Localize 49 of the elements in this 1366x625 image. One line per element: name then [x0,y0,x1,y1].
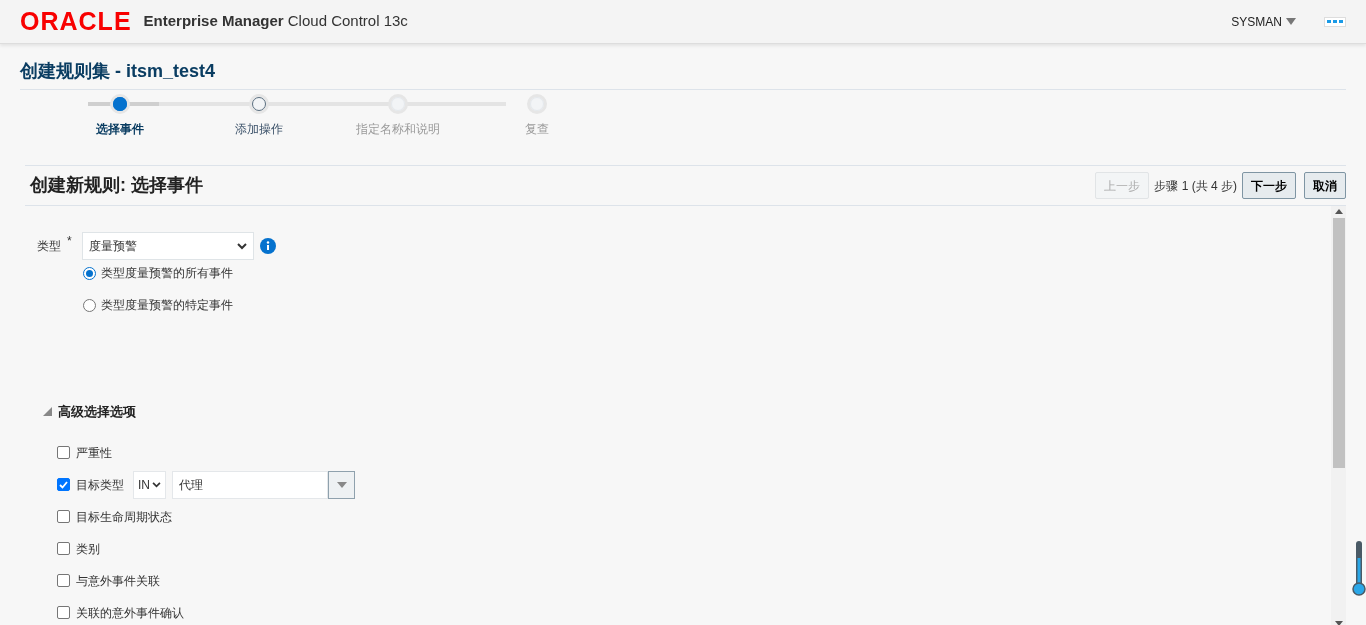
radio-label: 类型度量预警的所有事件 [101,265,233,282]
checkbox-label: 类别 [76,540,100,558]
radio-button[interactable] [83,298,96,312]
product-name: Enterprise Manager Cloud Control 13c [143,11,408,32]
radio-button[interactable] [83,266,96,280]
checkbox-label: 关联的意外事件确认 [76,604,184,622]
chevron-down-icon [236,242,247,250]
checkbox-label: 严重性 [76,444,112,462]
target-type-field[interactable]: 代理 [172,470,328,499]
caret-icon [336,481,347,488]
section-title: 创建新规则: 选择事件 [30,174,203,197]
step-indicator[interactable] [109,94,130,114]
type-label: 类型 [37,238,61,255]
scroll-up-icon[interactable] [1334,209,1343,214]
logo: ORACLE [20,9,132,34]
radio-label: 类型度量预警的特定事件 [101,297,233,314]
checkbox-label: 与意外事件关联 [76,572,160,590]
section-heading[interactable]: 高级选择选项 [58,402,136,422]
type-select[interactable]: 度量预警 [81,232,254,260]
checkbox[interactable] [57,510,70,523]
checkbox[interactable] [57,574,70,587]
thermometer-icon[interactable] [1352,541,1366,597]
user-menu[interactable]: SYSMAN [1231,12,1296,31]
step-label: 指定名称和说明 [355,121,440,138]
dropdown-button[interactable] [328,470,355,499]
checkbox-label: 目标类型 [76,476,124,494]
chevron-down-icon [152,481,161,488]
page-title: 创建规则集 - itsm_test4 [20,58,1346,90]
next-button[interactable]: 下一步 [1242,172,1296,199]
scrollbar-thumb[interactable] [1332,218,1345,468]
step-label[interactable]: 添加操作 [234,120,283,138]
step-label: 复查 [524,121,549,138]
info-icon[interactable] [259,238,276,254]
step-label[interactable]: 选择事件 [95,120,144,138]
checkbox-label: 目标生命周期状态 [76,508,172,526]
scroll-down-icon[interactable] [1334,621,1343,625]
checkbox[interactable] [57,606,70,619]
cancel-button[interactable]: 取消 [1304,172,1346,199]
step-indicator[interactable] [248,94,269,114]
checkbox[interactable] [57,446,70,459]
checkbox[interactable] [57,478,70,491]
caret-icon [1286,18,1296,25]
menu-icon[interactable] [1324,16,1346,27]
checkbox[interactable] [57,542,70,555]
required-mark: * [67,233,72,250]
expand-icon[interactable] [43,407,52,417]
scrollbar[interactable] [1331,206,1346,625]
operator-select[interactable]: IN [133,470,166,499]
step-counter: 步骤 1 (共 4 步) [1154,177,1237,195]
